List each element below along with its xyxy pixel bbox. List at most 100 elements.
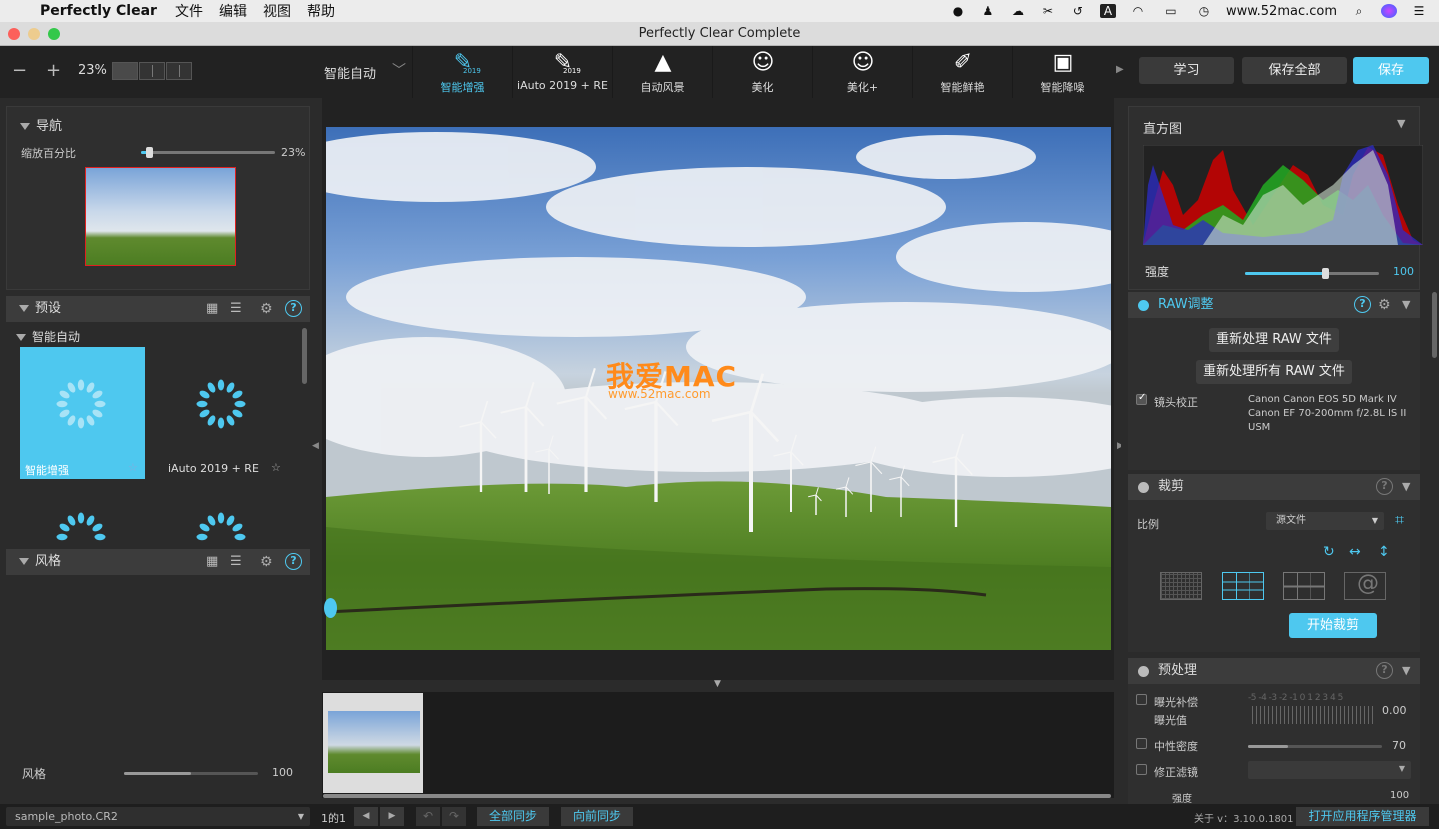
save-button[interactable]: 保存 [1353, 57, 1429, 84]
cloud-icon[interactable]: ☁ [1010, 4, 1026, 18]
tool-vivid-brush[interactable]: ✐ 智能鲜艳 [912, 46, 1012, 98]
sync-forward-button[interactable]: 向前同步 [561, 807, 633, 826]
chevron-down-icon[interactable]: ﹀ [392, 60, 406, 80]
chevron-down-icon[interactable]: ▼ [1397, 117, 1405, 130]
tool-face[interactable]: ☺ 美化 [712, 46, 812, 98]
chevron-down-icon[interactable]: ▼ [1402, 474, 1410, 500]
preprocess-header[interactable]: 预处理 ? ▼ [1128, 658, 1420, 684]
star-icon[interactable]: ☆ [128, 461, 138, 474]
single-view-button[interactable] [112, 62, 138, 80]
golden-spiral-icon[interactable]: @ [1344, 571, 1386, 600]
menu-edit[interactable]: 编辑 [219, 1, 247, 21]
tool-landscape[interactable]: ▲ 自动风景 [612, 46, 712, 98]
exposure-checkbox[interactable] [1136, 694, 1147, 705]
search-icon[interactable]: ⌕ [1351, 4, 1367, 18]
style-header[interactable]: 风格 ▦ ☰ ⚙ ? [6, 549, 310, 575]
siri-icon[interactable] [1381, 4, 1397, 18]
filter-checkbox[interactable] [1136, 764, 1147, 775]
minimize-window-button[interactable] [28, 28, 40, 40]
file-select[interactable]: sample_photo.CR2 ▼ [6, 807, 310, 826]
time-machine-icon[interactable]: ↺ [1070, 4, 1086, 18]
chevron-down-icon[interactable]: ▼ [1402, 658, 1410, 684]
tools-icon[interactable]: ✂ [1040, 4, 1056, 18]
help-icon[interactable]: ? [285, 553, 302, 570]
battery-icon[interactable]: ▭ [1160, 4, 1182, 18]
list-view-icon[interactable]: ☰ [230, 549, 242, 575]
tool-face-plus[interactable]: ☺ 美化+ [812, 46, 912, 98]
navigator-header[interactable]: 导航 [7, 115, 62, 134]
filter-select[interactable]: ▼ [1248, 761, 1411, 779]
reprocess-all-raw-button[interactable]: 重新处理所有 RAW 文件 [1196, 360, 1352, 384]
start-crop-button[interactable]: 开始裁剪 [1289, 613, 1377, 638]
presets-scrollbar[interactable] [302, 328, 307, 384]
grid-view-icon[interactable]: ▦ [206, 296, 218, 322]
gear-icon[interactable]: ⚙ [260, 296, 273, 322]
crop-enabled-toggle[interactable] [1138, 482, 1149, 493]
exposure-ruler[interactable] [1252, 706, 1374, 724]
undo-button[interactable]: ↶ [416, 807, 440, 826]
next-image-button[interactable]: ▶ [380, 807, 404, 826]
help-icon[interactable]: ? [1376, 662, 1393, 679]
hat-icon[interactable]: ● [950, 4, 966, 18]
wifi-icon[interactable]: ◠ [1130, 4, 1146, 18]
filmstrip-thumbnail[interactable] [323, 693, 423, 793]
lens-correction-checkbox[interactable]: ✓ [1136, 392, 1147, 405]
raw-enabled-toggle[interactable] [1138, 300, 1149, 311]
help-icon[interactable]: ? [285, 300, 302, 317]
help-icon[interactable]: ? [1376, 478, 1393, 495]
zoom-slider[interactable] [141, 151, 275, 154]
navigator-thumbnail[interactable] [85, 167, 236, 266]
split-view-button[interactable] [139, 62, 165, 80]
zoom-window-button[interactable] [48, 28, 60, 40]
grid-overlay-fine-icon[interactable] [1160, 572, 1202, 600]
filmstrip-toggle-icon[interactable]: ▼ [714, 679, 721, 689]
neutral-density-checkbox[interactable] [1136, 738, 1147, 749]
clock-icon[interactable]: ◷ [1196, 4, 1212, 18]
menu-file[interactable]: 文件 [175, 1, 203, 21]
toolbar-right-arrow-icon[interactable]: ▶ [1116, 64, 1124, 75]
tool-brush[interactable]: ✎ 2019 智能增强 [412, 46, 512, 98]
preset-select[interactable]: 智能自动 [324, 63, 376, 82]
gear-icon[interactable]: ⚙ [260, 549, 273, 575]
prev-image-button[interactable]: ◀ [354, 807, 378, 826]
crop-ratio-select[interactable]: 源文件 ▼ [1266, 512, 1384, 530]
notification-center-icon[interactable]: ☰ [1411, 4, 1427, 18]
rotate-icon[interactable]: ↻ [1323, 544, 1335, 560]
help-icon[interactable]: ? [1354, 296, 1371, 313]
chevron-down-icon[interactable]: ▼ [1402, 292, 1410, 318]
crop-icon[interactable]: ⌗ [1395, 510, 1404, 530]
histogram-strength-knob[interactable] [1322, 268, 1329, 279]
redo-button[interactable]: ↷ [442, 807, 466, 826]
side-by-side-view-button[interactable] [166, 62, 192, 80]
flip-horizontal-icon[interactable]: ↔ [1349, 544, 1361, 560]
list-view-icon[interactable]: ☰ [230, 296, 242, 322]
preset-tile-iauto[interactable]: iAuto 2019 + RE ☆ [154, 347, 281, 479]
menu-help[interactable]: 帮助 [307, 1, 335, 21]
tool-noise[interactable]: ▣ 智能降噪 [1012, 46, 1112, 98]
raw-header[interactable]: RAW调整 ? ⚙ ▼ [1128, 292, 1420, 318]
left-panel-toggle-icon[interactable]: ◀ [312, 441, 319, 451]
star-icon[interactable]: ☆ [271, 461, 281, 474]
menu-app-name[interactable]: Perfectly Clear [40, 3, 157, 19]
menu-view[interactable]: 视图 [263, 1, 291, 21]
flip-vertical-icon[interactable]: ↕ [1378, 544, 1390, 560]
qq-icon[interactable]: ♟ [980, 4, 996, 18]
app-manager-button[interactable]: 打开应用程序管理器 [1296, 807, 1429, 826]
sync-all-button[interactable]: 全部同步 [477, 807, 549, 826]
zoom-slider-knob[interactable] [146, 147, 153, 158]
reprocess-raw-button[interactable]: 重新处理 RAW 文件 [1209, 328, 1339, 352]
grid-view-icon[interactable]: ▦ [206, 549, 218, 575]
crop-header[interactable]: 裁剪 ? ▼ [1128, 474, 1420, 500]
save-all-button[interactable]: 保存全部 [1242, 57, 1347, 84]
zoom-out-button[interactable]: − [12, 60, 27, 81]
preset-tile-smart-enhance[interactable]: 智能增强 ☆ [20, 347, 145, 479]
tool-brush-eye[interactable]: ✎ 2019 iAuto 2019 + RE [512, 46, 612, 98]
grid-overlay-thirds-icon[interactable] [1222, 572, 1264, 600]
input-method-icon[interactable]: A [1099, 4, 1116, 18]
preprocess-enabled-toggle[interactable] [1138, 666, 1149, 677]
right-panel-scrollbar[interactable] [1432, 292, 1437, 358]
zoom-in-button[interactable]: + [46, 60, 61, 81]
presets-header[interactable]: 预设 ▦ ☰ ⚙ ? [6, 296, 310, 322]
grid-overlay-diagonal-icon[interactable] [1283, 572, 1325, 600]
gear-icon[interactable]: ⚙ [1378, 292, 1391, 318]
